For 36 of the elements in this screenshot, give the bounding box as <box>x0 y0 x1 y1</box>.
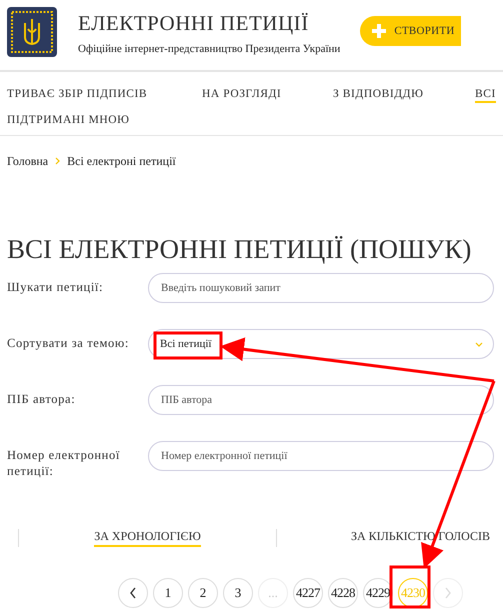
highlight-box <box>154 332 222 360</box>
theme-select[interactable]: Всі петиції <box>148 329 494 359</box>
page-heading: ВСІ ЕЛЕКТРОННІ ПЕТИЦІЇ (ПОШУК) <box>6 233 472 265</box>
page-button[interactable]: 2 <box>188 578 218 608</box>
nav-link[interactable]: З ВІДПОВІДДЮ <box>333 86 475 106</box>
nav-link[interactable]: ВСІ <box>475 86 503 106</box>
nav-link[interactable]: НА РОЗГЛЯДІ <box>202 86 333 106</box>
breadcrumb-link[interactable]: Всі електроні петиції <box>67 152 176 170</box>
page-button[interactable]: 1 <box>153 578 183 608</box>
page-button[interactable]: 4228 <box>328 578 358 608</box>
chevron-right-icon <box>444 587 452 599</box>
chevron-right-icon <box>55 157 60 165</box>
nav-link[interactable]: ПІДТРИМАНІ МНОЮ <box>7 112 207 132</box>
text-input[interactable]: Номер електронної петиції <box>148 441 494 471</box>
site-title[interactable]: ЕЛЕКТРОННІ ПЕТИЦІЇ <box>78 9 340 37</box>
breadcrumb-link[interactable]: Головна <box>7 152 48 170</box>
chevron-down-icon <box>475 342 483 346</box>
create-petition-button[interactable]: СТВОРИТИ <box>360 16 461 46</box>
field-label: Сортувати за темою: <box>7 335 130 351</box>
plus-icon <box>372 24 386 38</box>
text-input[interactable]: Введіть пошуковий запит <box>148 273 494 303</box>
sort-tab[interactable]: ЗА КІЛЬКІСТЮ ГОЛОСІВ <box>350 529 490 547</box>
page-button[interactable]: 3 <box>223 578 253 608</box>
highlight-box <box>390 566 430 608</box>
sort-tab[interactable]: ЗА ХРОНОЛОГІЄЮ <box>94 529 201 547</box>
page-button[interactable]: 4227 <box>293 578 323 608</box>
field-label: Номер електронної петиції: <box>7 447 121 479</box>
coat-of-arms-logo[interactable] <box>7 7 57 57</box>
field-label: Шукати петиції: <box>7 279 104 295</box>
field-label: ПІБ автора: <box>7 391 76 407</box>
previous-page-button[interactable] <box>118 578 148 608</box>
nav-link[interactable]: ТРИВАЄ ЗБІР ПІДПИСІВ <box>7 86 202 106</box>
ellipsis: ... <box>258 578 288 608</box>
chevron-left-icon <box>129 587 137 599</box>
site-subtitle: Офіційне інтернет-представництво Президента України <box>78 42 340 57</box>
text-input[interactable]: ПІБ автора <box>148 385 494 415</box>
